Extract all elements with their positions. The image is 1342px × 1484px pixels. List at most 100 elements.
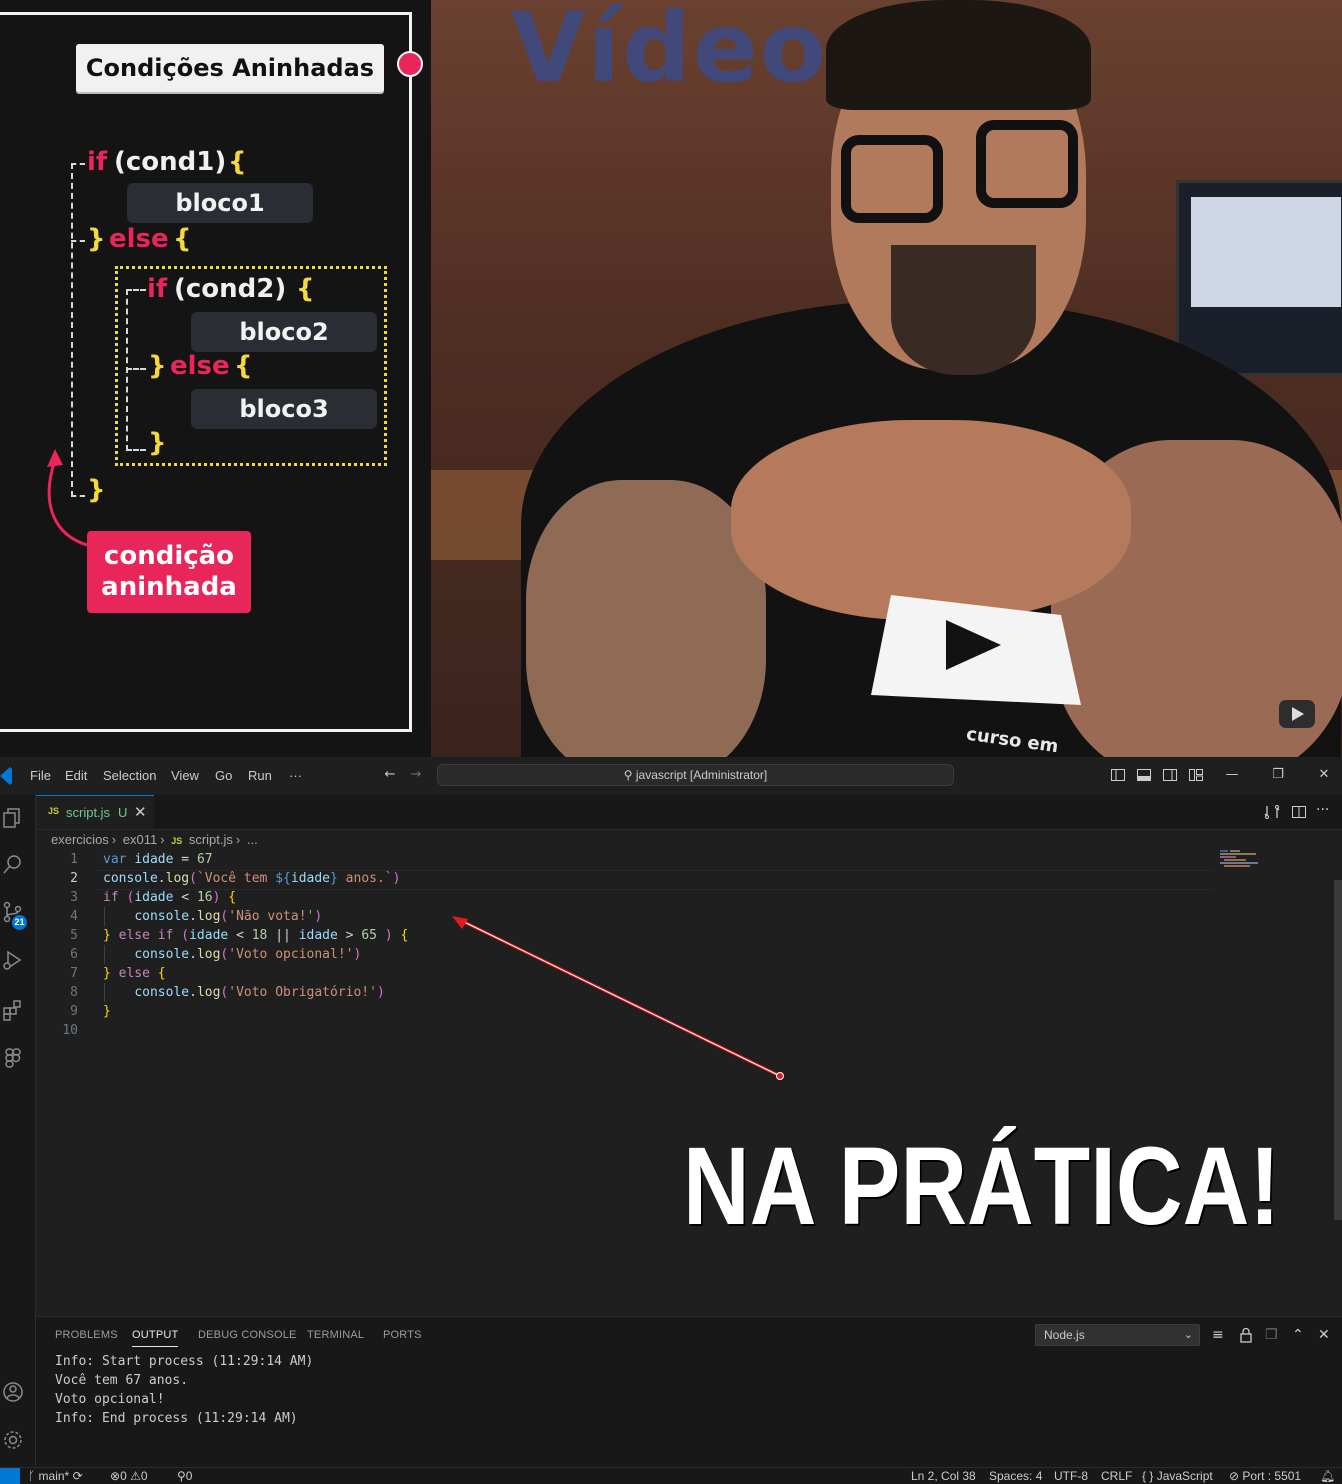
slide-title: Condições Aninhadas <box>76 44 384 92</box>
slide-bloco1: bloco1 <box>127 183 313 223</box>
slide-panel: Condições Aninhadas if (cond1) { bloco1 … <box>0 0 431 757</box>
split-editor-icon[interactable] <box>1291 804 1307 820</box>
command-center-search[interactable]: ⚲ javascript [Administrator] <box>437 764 954 786</box>
line-number: 2 <box>70 871 78 886</box>
settings-gear-icon[interactable] <box>2 1429 24 1451</box>
breadcrumb-item[interactable]: exercicios <box>51 832 109 847</box>
minimap[interactable] <box>1220 850 1262 868</box>
activity-bar: 21 <box>0 795 36 1467</box>
inner-guide-mid <box>126 368 146 370</box>
panel-tab-debug-console[interactable]: DEBUG CONSOLE <box>198 1329 297 1341</box>
panel-tab-ports[interactable]: PORTS <box>383 1329 422 1341</box>
ports-status[interactable]: ⚲0 <box>177 1469 192 1483</box>
wall-logo-text: Vídeo <box>511 0 828 104</box>
toggle-secondary-sidebar-icon[interactable] <box>1162 767 1178 783</box>
editor-scrollbar[interactable] <box>1334 880 1342 1220</box>
output-line: Info: End process (11:29:14 AM) <box>55 1411 298 1426</box>
ports-count: 0 <box>185 1469 193 1483</box>
output-line: Você tem 67 anos. <box>55 1373 189 1388</box>
problems-status[interactable]: ⊗0 ⚠0 <box>110 1469 148 1483</box>
tab-script-js[interactable]: JS script.js U ✕ <box>36 795 154 829</box>
panel-tab-problems[interactable]: PROBLEMS <box>55 1329 118 1341</box>
outer-guide-mid <box>71 240 85 242</box>
slide-else1: else <box>109 224 169 254</box>
branch-status[interactable]: ᚴ main* ⟳ <box>28 1469 83 1483</box>
minimize-icon[interactable]: — <box>1224 767 1240 783</box>
menu-more[interactable]: ··· <box>289 768 302 783</box>
youtube-icon[interactable] <box>1279 700 1315 728</box>
error-count: 0 <box>120 1469 127 1483</box>
end-of-line[interactable]: CRLF <box>1101 1469 1132 1483</box>
clear-output-icon[interactable]: ≡ <box>1212 1327 1224 1343</box>
close-window-icon[interactable]: ✕ <box>1316 767 1332 783</box>
code-line: } else if (idade < 18 || idade > 65 ) { <box>103 928 409 943</box>
menu-selection[interactable]: Selection <box>103 768 156 783</box>
notifications-bell-icon[interactable]: 🔔︎ <box>1320 1469 1335 1483</box>
toggle-panel-icon[interactable] <box>1136 767 1152 783</box>
lock-icon[interactable] <box>1239 1327 1253 1343</box>
run-debug-icon[interactable] <box>2 949 24 971</box>
forward-arrow-icon[interactable]: → <box>408 767 424 783</box>
restore-icon[interactable]: ❐ <box>1270 767 1286 783</box>
encoding[interactable]: UTF-8 <box>1054 1469 1088 1483</box>
chevron-right-icon: › <box>235 832 241 847</box>
output-line: Info: Start process (11:29:14 AM) <box>55 1354 314 1369</box>
search-icon: ⚲ <box>623 768 636 782</box>
output-channel-select[interactable]: Node.js ⌄ <box>1035 1324 1200 1346</box>
menu-edit[interactable]: Edit <box>65 768 87 783</box>
breadcrumb-item[interactable]: ... <box>247 832 258 847</box>
slide-brace1: { <box>228 147 247 177</box>
breadcrumb-item[interactable]: script.js <box>189 832 233 847</box>
js-file-icon: JS <box>48 806 60 816</box>
customize-layout-icon[interactable] <box>1188 767 1204 783</box>
code-line: if (idade < 16) { <box>103 890 237 905</box>
chevron-right-icon: › <box>111 832 117 847</box>
back-arrow-icon[interactable]: ← <box>382 767 398 783</box>
braces-icon: { } <box>1142 1469 1157 1483</box>
extensions-icon[interactable] <box>2 999 24 1021</box>
language-mode[interactable]: { } JavaScript <box>1142 1469 1213 1483</box>
menu-go[interactable]: Go <box>215 768 232 783</box>
menu-run[interactable]: Run <box>248 768 272 783</box>
tab-close-icon[interactable]: ✕ <box>134 803 147 821</box>
code-line: } <box>103 1004 111 1019</box>
presenter-beard <box>891 245 1036 375</box>
accounts-icon[interactable] <box>2 1381 24 1403</box>
explorer-icon[interactable] <box>2 807 24 829</box>
status-bar: ᚴ main* ⟳ ⊗0 ⚠0 ⚲0 Ln 2, Col 38 Spaces: … <box>0 1467 1342 1484</box>
search-icon[interactable] <box>2 853 24 875</box>
close-panel-icon[interactable]: ✕ <box>1318 1327 1330 1343</box>
maximize-panel-icon[interactable]: ⌃ <box>1292 1327 1304 1343</box>
presenter-arm-left <box>526 480 766 757</box>
overlay-caption: NA PRÁTICA! <box>683 1125 1281 1248</box>
menu-file[interactable]: File <box>30 768 51 783</box>
js-file-icon: JS <box>171 836 183 846</box>
panel-tab-terminal[interactable]: TERMINAL <box>307 1329 364 1341</box>
title-bar: File Edit Selection View Go Run ··· ← → … <box>0 757 1342 796</box>
line-number: 6 <box>70 947 78 962</box>
bottom-panel: PROBLEMS OUTPUT DEBUG CONSOLE TERMINAL P… <box>36 1316 1342 1468</box>
compare-changes-icon[interactable] <box>1264 804 1280 820</box>
monitor-screen <box>1191 197 1341 307</box>
line-number: 9 <box>70 1004 78 1019</box>
breadcrumb-item[interactable]: ex011 <box>123 832 157 847</box>
slide-marker-dot <box>397 51 423 77</box>
panel-tab-output[interactable]: OUTPUT <box>132 1329 179 1347</box>
toggle-primary-sidebar-icon[interactable] <box>1110 767 1126 783</box>
more-actions-icon[interactable]: ··· <box>1316 802 1329 818</box>
cursor-position[interactable]: Ln 2, Col 38 <box>911 1469 976 1483</box>
nested-condition-badge: condição aninhada <box>87 531 251 613</box>
inner-guide <box>126 289 146 451</box>
figma-icon[interactable] <box>2 1047 24 1069</box>
slide-cond1: (cond1) <box>114 147 227 177</box>
live-server[interactable]: ⊘ Port : 5501 <box>1229 1469 1301 1483</box>
indentation[interactable]: Spaces: 4 <box>989 1469 1042 1483</box>
menu-view[interactable]: View <box>171 768 199 783</box>
line-number: 5 <box>70 928 78 943</box>
open-in-editor-icon[interactable]: ❐ <box>1265 1327 1278 1343</box>
line-number: 4 <box>70 909 78 924</box>
remote-indicator-icon[interactable] <box>0 1468 20 1484</box>
source-control-badge: 21 <box>12 915 27 930</box>
slide-bloco2: bloco2 <box>191 312 377 352</box>
chevron-down-icon: ⌄ <box>1183 1329 1193 1341</box>
